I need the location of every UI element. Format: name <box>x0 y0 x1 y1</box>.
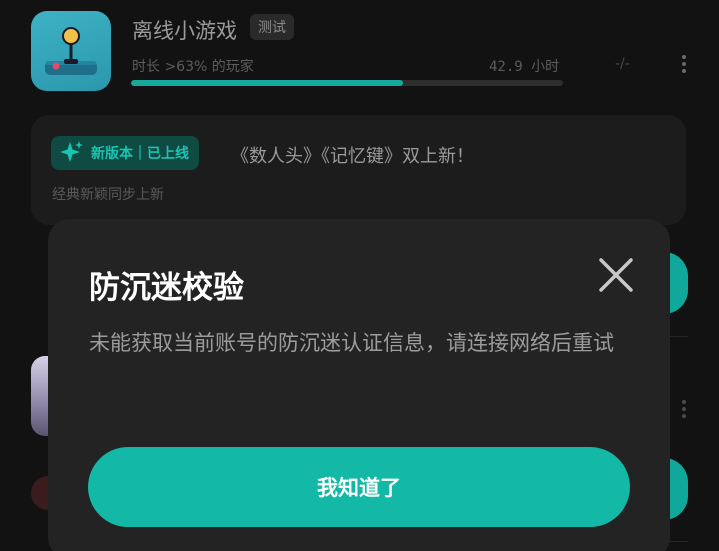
anti-addiction-dialog: 防沉迷校验 未能获取当前账号的防沉迷认证信息，请连接网络后重试 我知道了 <box>48 219 670 551</box>
playtime-hours-text: 42.9 小时 <box>489 59 560 75</box>
playtime-progress-bar <box>131 80 563 86</box>
beta-badge: 测试 <box>250 14 294 40</box>
more-options-icon[interactable] <box>680 55 688 73</box>
new-version-tag-label: 新版本｜已上线 <box>91 146 189 162</box>
game-title[interactable]: 离线小游戏 <box>132 15 237 45</box>
confirm-button[interactable]: 我知道了 <box>88 447 630 527</box>
close-icon <box>599 258 633 292</box>
sparkle-icon <box>60 141 83 162</box>
news-headline: 《数人头》《记忆键》双上新！ <box>231 146 474 167</box>
close-button[interactable] <box>594 253 638 297</box>
new-version-tag: 新版本｜已上线 <box>51 136 199 170</box>
rating-text: -/- <box>615 56 630 72</box>
playtime-progress-fill <box>131 80 404 86</box>
dialog-title: 防沉迷校验 <box>89 270 244 306</box>
game-app-icon[interactable] <box>31 11 111 91</box>
background-more-options-icon <box>680 400 688 418</box>
news-card[interactable]: 新版本｜已上线 《数人头》《记忆键》双上新！ 经典新颖同步上新 <box>31 115 686 225</box>
playtime-rank-text: 时长 >63% 的玩家 <box>132 59 254 75</box>
joystick-icon <box>45 27 97 75</box>
dialog-message: 未能获取当前账号的防沉迷认证信息，请连接网络后重试 <box>89 331 614 355</box>
news-subtitle: 经典新颖同步上新 <box>52 187 164 203</box>
